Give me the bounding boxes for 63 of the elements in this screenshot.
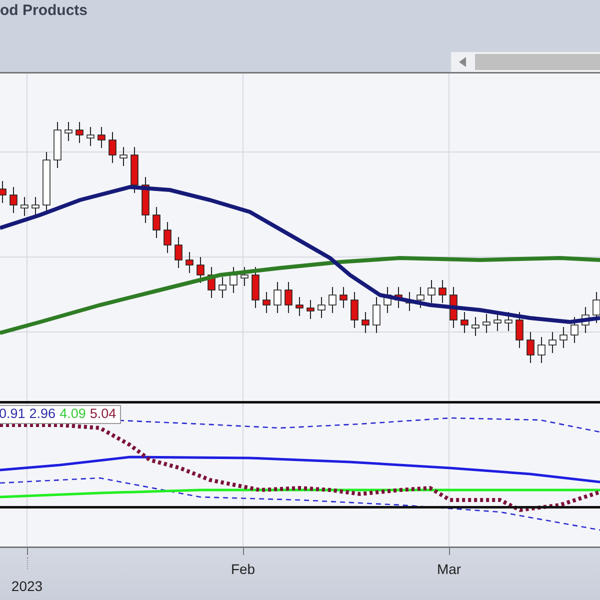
candlestick — [548, 332, 556, 354]
candlestick — [86, 126, 94, 146]
candlestick — [32, 196, 40, 216]
candlestick — [416, 286, 424, 308]
indicator-value: 2.96 — [29, 406, 56, 421]
axis-label: Feb — [230, 561, 256, 577]
candlestick — [526, 332, 534, 364]
candlestick — [582, 306, 590, 334]
scroll-left-icon[interactable] — [459, 57, 467, 67]
candlestick — [450, 286, 458, 328]
candlestick — [460, 312, 468, 334]
candlestick — [372, 296, 380, 334]
axis-label: Mar — [436, 561, 462, 577]
candlestick — [516, 312, 524, 348]
candlestick — [284, 282, 292, 314]
candlestick — [560, 326, 568, 348]
candlestick — [186, 252, 194, 274]
candlestick — [218, 276, 226, 298]
candlestick — [504, 312, 512, 332]
candlestick — [20, 196, 28, 216]
indicator-value: 4.09 — [60, 406, 86, 421]
scrollbar-thumb[interactable] — [475, 54, 600, 70]
candlestick — [130, 146, 138, 194]
candlestick — [252, 266, 260, 308]
candlestick — [54, 122, 62, 168]
candlestick — [328, 286, 336, 314]
candlestick — [64, 122, 72, 142]
candlestick — [340, 286, 348, 308]
candlestick — [262, 292, 270, 314]
candlestick — [538, 336, 546, 364]
candlestick — [196, 256, 204, 284]
chart-title: od Products — [0, 2, 88, 19]
candlestick — [306, 300, 314, 320]
axis-label: 2023 — [11, 578, 43, 594]
candlestick — [230, 266, 238, 294]
candlestick — [570, 316, 578, 344]
candlestick — [482, 314, 490, 334]
indicator-value: 5.04 — [90, 406, 116, 421]
candlestick — [174, 236, 182, 268]
candlestick — [240, 266, 248, 286]
candlestick — [120, 146, 128, 166]
candlestick — [428, 280, 436, 304]
candlestick — [108, 132, 116, 164]
candlestick — [394, 286, 402, 308]
candlestick — [42, 152, 50, 214]
candlestick — [406, 292, 414, 312]
candlestick — [274, 282, 282, 314]
candlestick — [164, 222, 172, 254]
candlestick — [318, 296, 326, 318]
candlestick — [208, 266, 216, 298]
candlestick — [472, 316, 480, 336]
candlestick — [362, 312, 370, 334]
candlestick — [296, 296, 304, 316]
candlestick — [142, 176, 150, 224]
candlestick — [98, 126, 106, 148]
candlestick — [384, 286, 392, 314]
candlestick — [438, 280, 446, 304]
candlestick — [152, 206, 160, 238]
horizontal-scrollbar[interactable] — [451, 52, 600, 72]
candlestick — [350, 292, 358, 328]
candlestick — [10, 186, 18, 214]
candlestick — [76, 122, 84, 144]
candlestick — [0, 180, 6, 204]
